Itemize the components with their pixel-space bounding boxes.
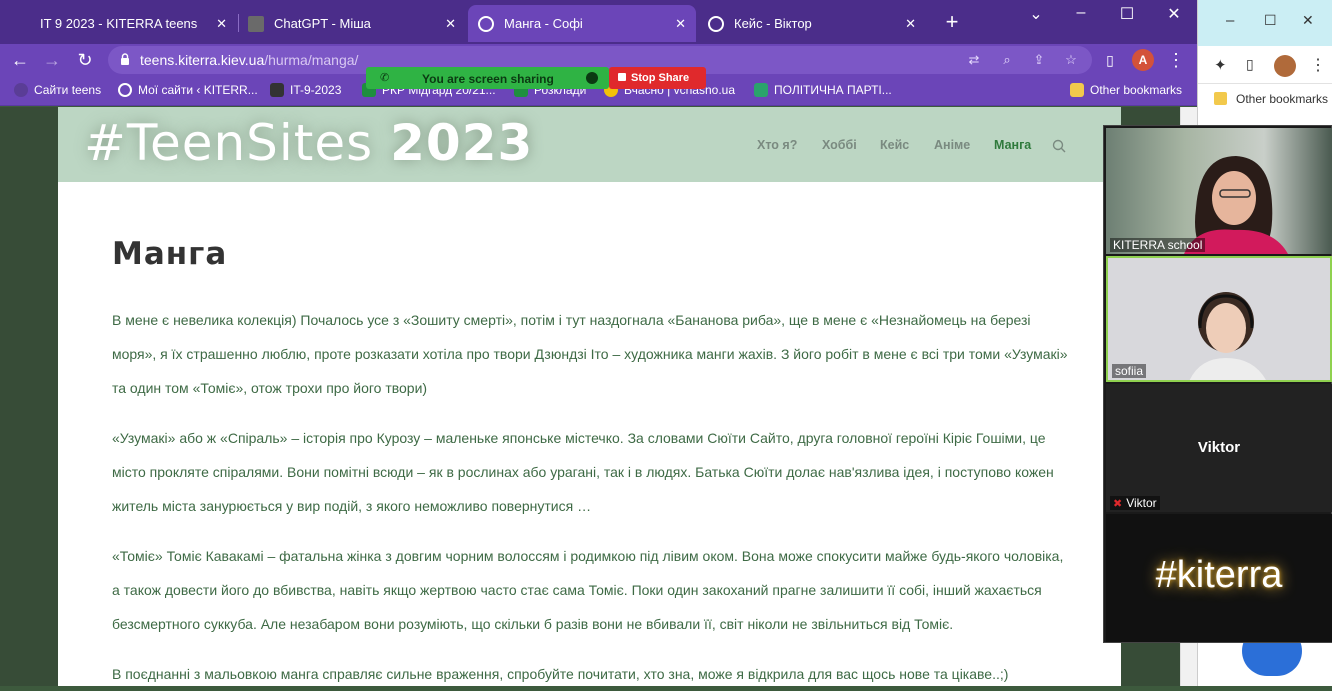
search-icon[interactable] <box>1052 139 1066 153</box>
article-content: Манга В мене є невелика колекція) Почало… <box>58 182 1121 686</box>
tab-manga[interactable]: Манга - Софі ✕ <box>468 5 696 42</box>
participant-video <box>1189 292 1266 380</box>
maximize-button[interactable]: ☐ <box>1112 4 1142 24</box>
nav-manga[interactable]: Манга <box>994 138 1031 152</box>
video-tile-kiterra-tag[interactable]: #kiterra <box>1106 514 1332 642</box>
tab-it9[interactable]: IT 9 2023 - KITERRA teens ✕ <box>30 5 237 42</box>
stop-share-label: Stop Share <box>631 72 690 84</box>
bookmark-item[interactable]: Сайти teens <box>14 83 101 97</box>
screen-sharing-bar[interactable]: ✆ You are screen sharing <box>366 67 609 89</box>
bookmark-item[interactable]: IT-9-2023 <box>270 83 341 97</box>
bookmark-favicon-icon <box>270 83 284 97</box>
nav-anime[interactable]: Аніме <box>934 138 970 152</box>
video-tile-viktor[interactable]: Viktor ✖ Viktor <box>1106 384 1332 512</box>
logo-text: #TeenSites <box>84 114 374 172</box>
close-icon[interactable]: ✕ <box>216 16 227 32</box>
other-bookmarks[interactable]: Other bookmarks <box>1070 83 1182 97</box>
participant-name-label: Viktor <box>1126 496 1157 510</box>
bookmark-favicon-icon <box>14 83 28 97</box>
avatar[interactable] <box>1274 55 1296 77</box>
site-header: #TeenSites 2023 Хто я? Хоббі Кейс Аніме … <box>58 107 1121 182</box>
secondary-toolbar: ✦ ▯ ⋮ <box>1198 46 1332 84</box>
participant-name: KITERRA school <box>1110 238 1206 252</box>
share-icon[interactable]: ⇪ <box>1030 52 1048 68</box>
nav-case[interactable]: Кейс <box>880 138 909 152</box>
globe-icon <box>708 15 724 32</box>
site-logo[interactable]: #TeenSites 2023 <box>84 114 533 172</box>
bookmark-label: Сайти teens <box>34 83 102 97</box>
url-host: teens.kiterra.kiev.ua <box>140 52 265 68</box>
lock-icon <box>121 53 129 65</box>
nav-who-am-i[interactable]: Хто я? <box>757 138 797 152</box>
new-tab-button[interactable]: + <box>940 10 964 34</box>
shield-icon <box>586 72 598 84</box>
stop-share-button[interactable]: Stop Share <box>609 67 706 89</box>
folder-icon <box>1214 92 1227 105</box>
muted-mic-icon: ✖ <box>1113 497 1123 510</box>
reload-button[interactable]: ↻ <box>73 49 97 71</box>
logo-year: 2023 <box>390 114 534 172</box>
close-window-button[interactable]: ✕ <box>1159 4 1189 24</box>
bookmark-label: ПОЛІТИЧНА ПАРТІ... <box>774 83 892 97</box>
forward-button[interactable]: → <box>40 49 64 71</box>
bookmark-favicon-icon <box>754 83 768 97</box>
zoom-icon[interactable]: ⌕ <box>998 52 1016 68</box>
close-icon[interactable]: ✕ <box>905 16 916 32</box>
page-title: Манга <box>112 236 228 272</box>
tab-title: Кейс - Віктор <box>734 16 812 31</box>
maximize-button[interactable]: ☐ <box>1264 12 1277 29</box>
video-tile-kiterra[interactable]: KITERRA school <box>1106 128 1332 254</box>
secondary-bookmarks-bar: Other bookmarks <box>1198 84 1332 114</box>
tab-case[interactable]: Кейс - Віктор ✕ <box>698 5 926 42</box>
side-panel-icon[interactable]: ▯ <box>1098 49 1122 71</box>
url-text: teens.kiterra.kiev.ua/hurma/manga/ <box>140 52 358 68</box>
profile-avatar[interactable]: A <box>1132 49 1154 71</box>
paragraph: В мене є невелика колекція) Почалось усе… <box>112 312 1068 396</box>
nav-hobby[interactable]: Хоббі <box>822 138 857 152</box>
video-tile-sofiia[interactable]: sofiia <box>1106 256 1332 382</box>
bookmark-label: IT-9-2023 <box>290 83 342 97</box>
secondary-titlebar: – ☐ ✕ <box>1198 0 1332 46</box>
globe-icon <box>478 15 494 32</box>
tab-title: Манга - Софі <box>504 16 583 31</box>
paragraph: «Томіє» Томіє Кавакамі – фатальна жінка … <box>112 548 1064 632</box>
wordpress-icon <box>118 83 132 97</box>
minimize-button[interactable]: – <box>1226 12 1234 29</box>
folder-icon <box>1070 83 1084 97</box>
bookmark-item[interactable]: Мої сайти ‹ KITERR... <box>118 83 258 97</box>
participant-name: ✖ Viktor <box>1110 496 1160 510</box>
bookmark-label: Мої сайти ‹ KITERR... <box>138 83 258 97</box>
screen-sharing-status: You are screen sharing <box>422 72 554 86</box>
tab-chatgpt[interactable]: ChatGPT - Міша ✕ <box>238 5 466 42</box>
url-path: /hurma/manga/ <box>264 52 359 68</box>
other-bookmarks-label[interactable]: Other bookmarks <box>1236 92 1328 106</box>
back-button[interactable]: ← <box>8 49 32 71</box>
chatgpt-favicon-icon <box>248 15 264 32</box>
tab-strip: IT 9 2023 - KITERRA teens ✕ ChatGPT - Мі… <box>0 0 1197 44</box>
zoom-participants-panel: KITERRA school sofiia Viktor ✖ Viktor #k… <box>1103 125 1332 643</box>
participant-name: sofiia <box>1112 364 1147 378</box>
side-panel-icon[interactable]: ▯ <box>1246 56 1254 73</box>
menu-kebab-icon[interactable]: ⋮ <box>1164 49 1188 71</box>
page-background-left <box>0 107 58 686</box>
tab-search-icon[interactable]: ⌄ <box>1021 4 1051 24</box>
close-window-button[interactable]: ✕ <box>1302 12 1314 29</box>
menu-kebab-icon[interactable]: ⋮ <box>1310 55 1326 75</box>
bookmark-star-icon[interactable]: ☆ <box>1062 52 1080 68</box>
tab-title: IT 9 2023 - KITERRA teens <box>40 16 198 31</box>
other-bookmarks-label: Other bookmarks <box>1090 83 1183 97</box>
translate-icon[interactable]: ⇄ <box>965 52 983 68</box>
extensions-icon[interactable]: ✦ <box>1214 56 1227 74</box>
minimize-button[interactable]: – <box>1066 4 1096 22</box>
tab-title: ChatGPT - Міша <box>274 16 371 31</box>
paragraph: «Узумакі» або ж «Спіраль» – історія про … <box>112 430 1054 514</box>
participant-name-large: Viktor <box>1197 439 1241 456</box>
close-icon[interactable]: ✕ <box>675 16 686 32</box>
bookmark-item[interactable]: ПОЛІТИЧНА ПАРТІ... <box>754 83 892 97</box>
kiterra-tag: #kiterra <box>1155 554 1283 596</box>
phone-icon: ✆ <box>380 72 390 84</box>
stop-icon <box>618 73 626 81</box>
close-icon[interactable]: ✕ <box>445 16 456 32</box>
